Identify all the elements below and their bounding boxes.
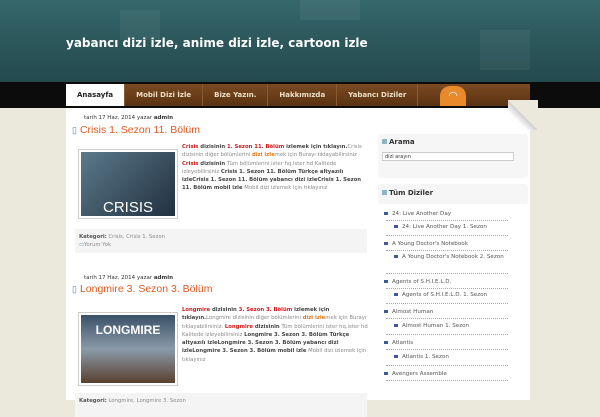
season-item[interactable]: Agents of S.H.I.E.L.D. 1. Sezon [394,291,514,299]
series-item[interactable]: Agents of S.H.I.E.L.D. [384,278,504,286]
post-footer: Kategori: Crisis, Crisis 1. Sezon ▭Yorum … [75,229,367,253]
search-input[interactable]: dizi arayın [382,152,514,161]
author-link[interactable]: admin [154,275,173,281]
author-link[interactable]: admin [154,115,173,121]
post-excerpt: Longmire dizisinin 3. Sezon 3. Bölüm izl… [182,307,368,363]
post-meta: tarih 17 Haz, 2014 yazar admin [84,115,174,121]
category-links[interactable]: Crisis, Crisis 1. Sezon [108,234,164,240]
document-icon: ▯ [72,284,77,294]
post-title[interactable]: ▯ Longmire 3. Sezon 3. Bölüm [72,283,212,295]
series-item[interactable]: 24: Live Another Day [384,210,504,218]
season-item[interactable]: Almost Human 1. Sezon [394,322,514,330]
site-title[interactable]: yabancı dizi izle, anime dizi izle, cart… [66,36,368,50]
post-thumbnail[interactable]: LONGMIRE [78,312,178,386]
comments-link[interactable]: Yorum Yok [84,242,111,248]
series-widget-header: Tüm Diziler [378,184,528,204]
series-item[interactable]: Avengers Assemble [384,370,504,378]
series-item[interactable]: Almost Human [384,308,504,316]
post-footer: Kategori: Longmire, Longmire 3. Sezon [75,393,367,417]
search-widget: Arama dizi arayın [378,134,528,178]
rss-icon[interactable]: ◠ [440,86,466,106]
header: yabancı dizi izle, anime dizi izle, cart… [0,0,600,82]
series-item[interactable]: A Young Doctor's Notebook [384,240,504,248]
season-item[interactable]: 24: Live Another Day 1. Sezon [394,223,514,231]
collapse-icon[interactable] [382,139,387,144]
post-meta: tarih 17 Haz, 2014 yazar admin [84,275,174,281]
nav-tab-anasayfa[interactable]: Anasayfa [66,84,126,106]
series-item[interactable]: Atlantis [384,339,504,347]
category-links[interactable]: Longmire, Longmire 3. Sezon [108,398,185,404]
nav-tab-mobil[interactable]: Mobil Dizi İzle [125,84,204,106]
post-title[interactable]: ▯ Crisis 1. Sezon 11. Bölüm [72,124,200,136]
nav-tab-yabanci-diziler[interactable]: Yabancı Diziler [337,84,419,106]
page-content: tarih 17 Haz, 2014 yazar admin ▯ Crisis 1… [66,108,530,417]
collapse-icon[interactable] [382,190,387,195]
page-curl-decoration [508,100,538,130]
nav-tab-bize-yazin[interactable]: Bize Yazın. [203,84,269,106]
post-thumbnail[interactable]: CRISIS [78,149,178,219]
document-icon: ▯ [72,125,77,135]
season-item[interactable]: Atlantis 1. Sezon [394,353,514,361]
nav-tab-hakkimizda[interactable]: Hakkımızda [268,84,338,106]
season-item[interactable]: A Young Doctor's Notebook 2. Sezon [394,253,504,261]
post-excerpt: Crisis dizisinin 1. Sezon 11. Bölüm izle… [182,144,362,192]
